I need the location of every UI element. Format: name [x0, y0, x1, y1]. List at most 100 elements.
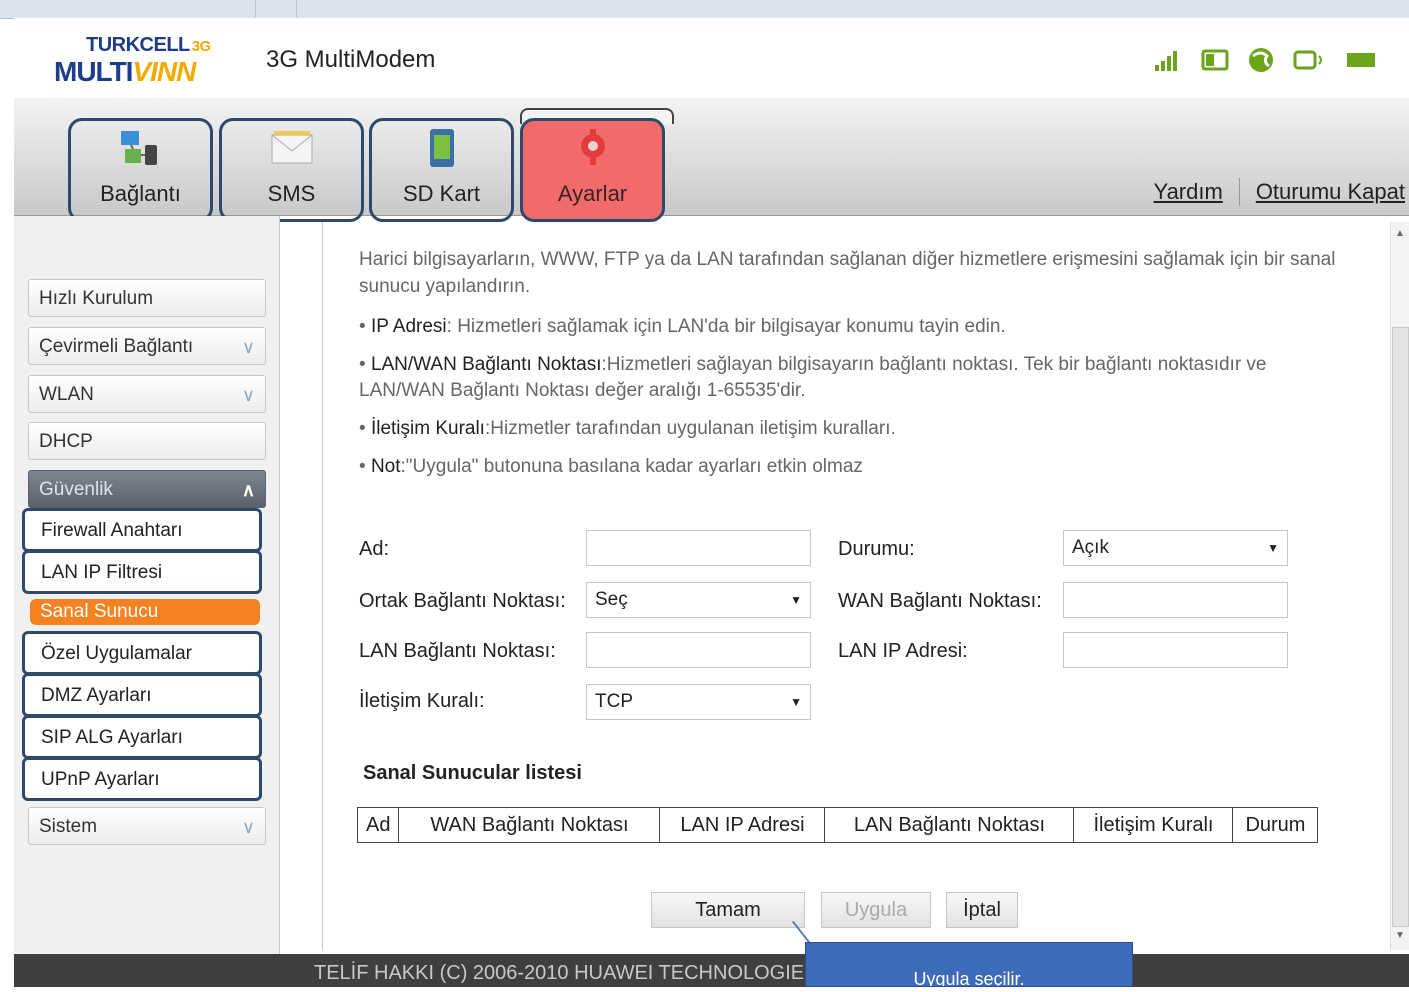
sidebar-subitem-label: SIP ALG Ayarları: [41, 727, 183, 748]
sidebar-subitem-upnp[interactable]: UPnP Ayarları: [22, 757, 262, 801]
sidebar-subitem-sanal-sunucu[interactable]: Sanal Sunucu: [30, 599, 260, 625]
dropdown-arrow-icon: ▼: [790, 695, 802, 709]
durum-value: Açık: [1072, 537, 1109, 558]
chevron-down-icon: ∨: [241, 817, 255, 837]
sidebar-item-label: WLAN: [39, 384, 94, 405]
sidebar-subitem-dmz[interactable]: DMZ Ayarları: [22, 673, 262, 717]
status-icons: [1153, 46, 1379, 81]
connection-icon: [119, 129, 163, 167]
sidebar-item-label: DHCP: [39, 431, 93, 452]
lan-port-input[interactable]: [586, 632, 811, 668]
virtual-servers-table: Ad WAN Bağlantı Noktası LAN IP Adresi LA…: [356, 807, 1319, 843]
tab-sms[interactable]: SMS: [219, 118, 364, 222]
signal-icon: [1153, 48, 1183, 79]
logo-line2: MULTIVINN: [54, 56, 196, 87]
sd-card-icon: [420, 129, 464, 167]
sidebar-subitem-label: DMZ Ayarları: [41, 685, 152, 706]
footer: TELİF HAKKI (C) 2006-2010 HUAWEI TECHNOL…: [14, 954, 1409, 987]
protocol-value: TCP: [595, 691, 633, 712]
logout-link[interactable]: Oturumu Kapat: [1256, 179, 1405, 205]
ad-label: Ad:: [359, 538, 390, 560]
intro-text: Harici bilgisayarların, WWW, FTP ya da L…: [359, 249, 1336, 297]
sim-icon: [1201, 48, 1229, 79]
sidebar-subitem-lan-ip-filtresi[interactable]: LAN IP Filtresi: [22, 550, 262, 594]
ortak-port-value: Seç: [595, 589, 628, 610]
list-title: Sanal Sunucular listesi: [363, 762, 582, 784]
chevron-down-icon: ∨: [241, 337, 255, 357]
lan-ip-label: LAN IP Adresi:: [838, 640, 968, 662]
globe-icon: [1247, 46, 1275, 81]
sidebar-subitem-sip-alg[interactable]: SIP ALG Ayarları: [22, 715, 262, 759]
protocol-label: İletişim Kuralı:: [359, 690, 485, 712]
col-lan-port: LAN Bağlantı Noktası: [824, 807, 1075, 843]
sidebar-subitem-label: LAN IP Filtresi: [41, 562, 163, 583]
tab-baglanti[interactable]: Bağlantı: [68, 118, 213, 222]
gear-icon: [571, 129, 615, 167]
dropdown-arrow-icon: ▼: [790, 593, 802, 607]
tab-sd-kart[interactable]: SD Kart: [369, 118, 514, 222]
header: TURKCELL 3G MULTIVINN 3G MultiModem: [14, 18, 1409, 99]
help-bullets: • IP Adresi: Hizmetleri sağlamak için LA…: [359, 314, 1349, 492]
logo-line1: TURKCELL 3G: [86, 34, 211, 56]
scroll-up-icon[interactable]: ▲: [1395, 228, 1405, 239]
col-ad: Ad: [356, 807, 400, 843]
sidebar-item-label: Çevirmeli Bağlantı: [39, 336, 194, 357]
table-header-row: Ad WAN Bağlantı Noktası LAN IP Adresi LA…: [356, 807, 1319, 843]
durum-select[interactable]: Açık ▼: [1063, 530, 1288, 566]
wan-port-input[interactable]: [1063, 582, 1288, 618]
sidebar-subitem-ozel-uygulamalar[interactable]: Özel Uygulamalar: [22, 631, 262, 675]
sidebar-item-hizli-kurulum[interactable]: Hızlı Kurulum: [28, 279, 266, 317]
wan-port-label: WAN Bağlantı Noktası:: [838, 590, 1042, 612]
tab-ayarlar[interactable]: Ayarlar: [520, 118, 665, 222]
sidebar-subitem-firewall[interactable]: Firewall Anahtarı: [22, 508, 262, 552]
envelope-icon: [270, 129, 314, 167]
help-link[interactable]: Yardım: [1154, 179, 1223, 205]
bullet-note: • Not:"Uygula" butonuna basılana kadar a…: [359, 456, 863, 477]
sidebar-subitem-label: UPnP Ayarları: [41, 769, 160, 790]
bullet-lan-wan: • LAN/WAN Bağlantı Noktası:Hizmetleri sa…: [359, 354, 1267, 401]
sidebar-item-label: Sistem: [39, 816, 98, 837]
ortak-port-label: Ortak Bağlantı Noktası:: [359, 590, 566, 612]
wifi-icon: [1293, 48, 1327, 79]
col-wan-port: WAN Bağlantı Noktası: [398, 807, 661, 843]
bullet-protocol: • İletişim Kuralı:Hizmetler tarafından u…: [359, 418, 896, 439]
battery-icon: [1345, 48, 1379, 79]
sidebar-item-guvenlik[interactable]: Güvenlik ∧: [28, 470, 266, 508]
cancel-button[interactable]: İptal: [946, 892, 1018, 928]
browser-strip-segment: [255, 0, 297, 17]
turkcell-multivinn-logo: TURKCELL 3G MULTIVINN: [54, 30, 254, 90]
annotation-callout: Uygula seçilir.: [805, 942, 1133, 987]
lan-port-label: LAN Bağlantı Noktası:: [359, 640, 556, 662]
ok-button[interactable]: Tamam: [651, 892, 805, 928]
sidebar-item-cevirmeli-baglanti[interactable]: Çevirmeli Bağlantı ∨: [28, 327, 266, 365]
durum-label: Durumu:: [838, 538, 915, 560]
sidebar-subitem-label: Firewall Anahtarı: [41, 520, 183, 541]
col-protocol: İletişim Kuralı: [1073, 807, 1234, 843]
header-links: Yardım Oturumu Kapat: [1154, 178, 1405, 206]
sidebar-subitem-label: Sanal Sunucu: [40, 601, 159, 622]
ortak-port-select[interactable]: Seç ▼: [586, 582, 811, 618]
app-title: 3G MultiModem: [266, 46, 436, 73]
bullet-ip-adresi: • IP Adresi: Hizmetleri sağlamak için LA…: [359, 316, 1006, 337]
col-lan-ip: LAN IP Adresi: [659, 807, 826, 843]
sidebar-item-sistem[interactable]: Sistem ∨: [28, 807, 266, 845]
dropdown-arrow-icon: ▼: [1267, 541, 1279, 555]
sidebar-item-label: Güvenlik: [39, 479, 113, 500]
col-durum: Durum: [1232, 807, 1319, 843]
link-separator: [1238, 178, 1240, 206]
sidebar-item-wlan[interactable]: WLAN ∨: [28, 375, 266, 413]
copyright-text: TELİF HAKKI (C) 2006-2010 HUAWEI TECHNOL…: [314, 962, 818, 984]
chevron-down-icon: ∨: [241, 385, 255, 405]
ad-input[interactable]: [586, 530, 811, 566]
scroll-thumb[interactable]: [1392, 327, 1409, 927]
lan-ip-input[interactable]: [1063, 632, 1288, 668]
content-scrollbar[interactable]: ▲ ▼: [1390, 222, 1409, 950]
sidebar-subitem-label: Özel Uygulamalar: [41, 643, 192, 664]
chevron-up-icon: ∧: [241, 480, 255, 500]
scroll-down-icon[interactable]: ▼: [1395, 930, 1405, 941]
sidebar-item-label: Hızlı Kurulum: [39, 288, 154, 309]
apply-button[interactable]: Uygula: [821, 892, 931, 928]
browser-top-strip: [0, 0, 1409, 19]
sidebar-item-dhcp[interactable]: DHCP: [28, 422, 266, 460]
protocol-select[interactable]: TCP ▼: [586, 684, 811, 720]
